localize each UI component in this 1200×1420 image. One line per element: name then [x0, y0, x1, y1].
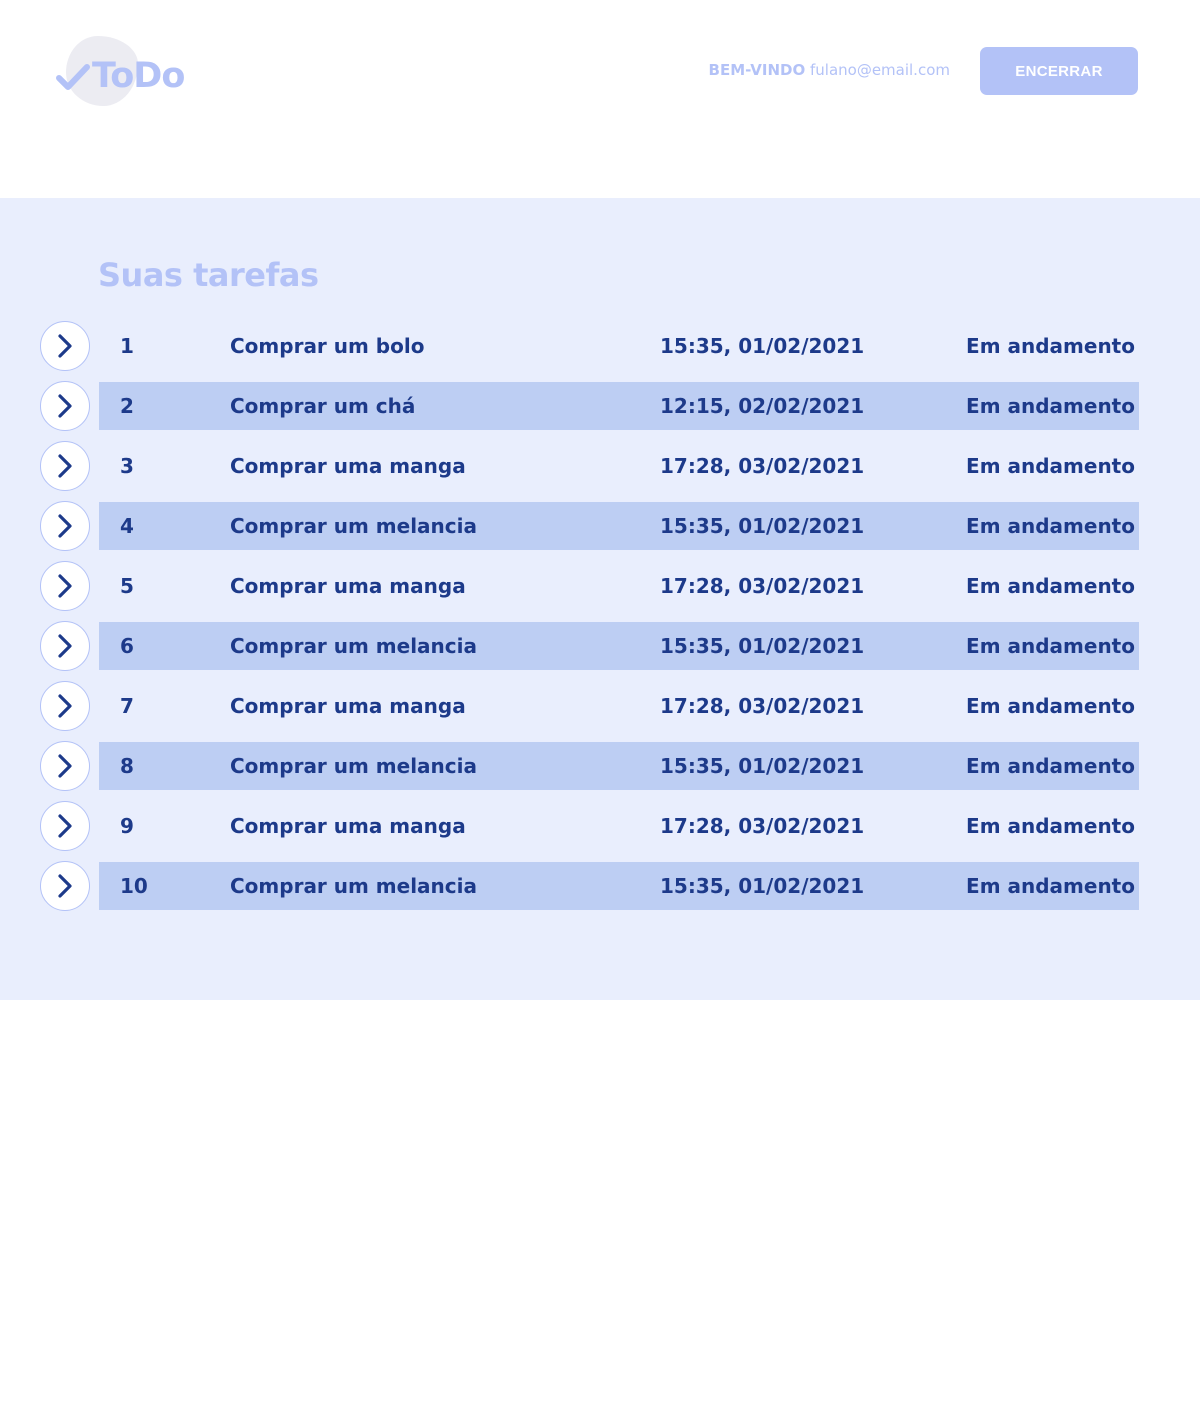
task-row[interactable]: 3 Comprar uma manga 17:28, 03/02/2021 Em… [0, 441, 1200, 491]
expand-task-button[interactable] [40, 861, 90, 911]
task-status: Em andamento [966, 334, 1135, 358]
task-status: Em andamento [966, 454, 1135, 478]
task-datetime: 15:35, 01/02/2021 [660, 334, 865, 358]
task-status: Em andamento [966, 574, 1135, 598]
task-name: Comprar um chá [230, 394, 416, 418]
task-datetime: 17:28, 03/02/2021 [660, 574, 865, 598]
app-header: ToDo BEM-VINDO fulano@email.com ENCERRAR [0, 0, 1200, 198]
chevron-right-icon [58, 814, 72, 838]
task-datetime: 17:28, 03/02/2021 [660, 694, 865, 718]
task-datetime: 17:28, 03/02/2021 [660, 814, 865, 838]
welcome-label: BEM-VINDO [708, 61, 806, 79]
expand-task-button[interactable] [40, 741, 90, 791]
expand-task-button[interactable] [40, 321, 90, 371]
task-row[interactable]: 9 Comprar uma manga 17:28, 03/02/2021 Em… [0, 801, 1200, 851]
task-number: 7 [120, 694, 134, 718]
task-status: Em andamento [966, 634, 1135, 658]
task-name: Comprar uma manga [230, 454, 466, 478]
logout-button[interactable]: ENCERRAR [980, 47, 1138, 95]
task-number: 9 [120, 814, 134, 838]
task-name: Comprar um melancia [230, 634, 478, 658]
expand-task-button[interactable] [40, 501, 90, 551]
task-row[interactable]: 1 Comprar um bolo 15:35, 01/02/2021 Em a… [0, 321, 1200, 371]
task-datetime: 15:35, 01/02/2021 [660, 514, 865, 538]
task-row[interactable]: 5 Comprar uma manga 17:28, 03/02/2021 Em… [0, 561, 1200, 611]
task-name: Comprar um melancia [230, 874, 478, 898]
chevron-right-icon [58, 394, 72, 418]
check-icon [56, 64, 90, 90]
chevron-right-icon [58, 694, 72, 718]
task-number: 4 [120, 514, 134, 538]
task-name: Comprar um melancia [230, 514, 478, 538]
task-status: Em andamento [966, 394, 1135, 418]
expand-task-button[interactable] [40, 621, 90, 671]
chevron-right-icon [58, 514, 72, 538]
tasks-panel: Suas tarefas 1 Comprar um bolo 15:35, 01… [0, 198, 1200, 1000]
expand-task-button[interactable] [40, 681, 90, 731]
app-logo[interactable]: ToDo [56, 34, 196, 108]
task-datetime: 17:28, 03/02/2021 [660, 454, 865, 478]
task-row[interactable]: 8 Comprar um melancia 15:35, 01/02/2021 … [0, 741, 1200, 791]
task-datetime: 15:35, 01/02/2021 [660, 754, 865, 778]
welcome-message: BEM-VINDO fulano@email.com [709, 61, 950, 79]
task-name: Comprar um bolo [230, 334, 425, 358]
task-number: 2 [120, 394, 134, 418]
task-number: 10 [120, 874, 148, 898]
expand-task-button[interactable] [40, 381, 90, 431]
task-status: Em andamento [966, 754, 1135, 778]
task-datetime: 12:15, 02/02/2021 [660, 394, 865, 418]
task-row[interactable]: 6 Comprar um melancia 15:35, 01/02/2021 … [0, 621, 1200, 671]
task-number: 1 [120, 334, 134, 358]
page-title: Suas tarefas [98, 256, 319, 294]
expand-task-button[interactable] [40, 801, 90, 851]
task-name: Comprar uma manga [230, 574, 466, 598]
task-row[interactable]: 7 Comprar uma manga 17:28, 03/02/2021 Em… [0, 681, 1200, 731]
task-number: 3 [120, 454, 134, 478]
user-email: fulano@email.com [809, 61, 950, 79]
chevron-right-icon [58, 334, 72, 358]
task-status: Em andamento [966, 814, 1135, 838]
chevron-right-icon [58, 454, 72, 478]
expand-task-button[interactable] [40, 561, 90, 611]
chevron-right-icon [58, 874, 72, 898]
task-name: Comprar uma manga [230, 694, 466, 718]
task-name: Comprar uma manga [230, 814, 466, 838]
task-datetime: 15:35, 01/02/2021 [660, 874, 865, 898]
expand-task-button[interactable] [40, 441, 90, 491]
task-name: Comprar um melancia [230, 754, 478, 778]
logo-text: ToDo [92, 56, 185, 96]
task-number: 6 [120, 634, 134, 658]
task-datetime: 15:35, 01/02/2021 [660, 634, 865, 658]
task-number: 5 [120, 574, 134, 598]
task-status: Em andamento [966, 694, 1135, 718]
task-status: Em andamento [966, 874, 1135, 898]
task-row[interactable]: 2 Comprar um chá 12:15, 02/02/2021 Em an… [0, 381, 1200, 431]
chevron-right-icon [58, 634, 72, 658]
task-row[interactable]: 4 Comprar um melancia 15:35, 01/02/2021 … [0, 501, 1200, 551]
chevron-right-icon [58, 574, 72, 598]
task-status: Em andamento [966, 514, 1135, 538]
task-row[interactable]: 10 Comprar um melancia 15:35, 01/02/2021… [0, 861, 1200, 911]
task-number: 8 [120, 754, 134, 778]
chevron-right-icon [58, 754, 72, 778]
